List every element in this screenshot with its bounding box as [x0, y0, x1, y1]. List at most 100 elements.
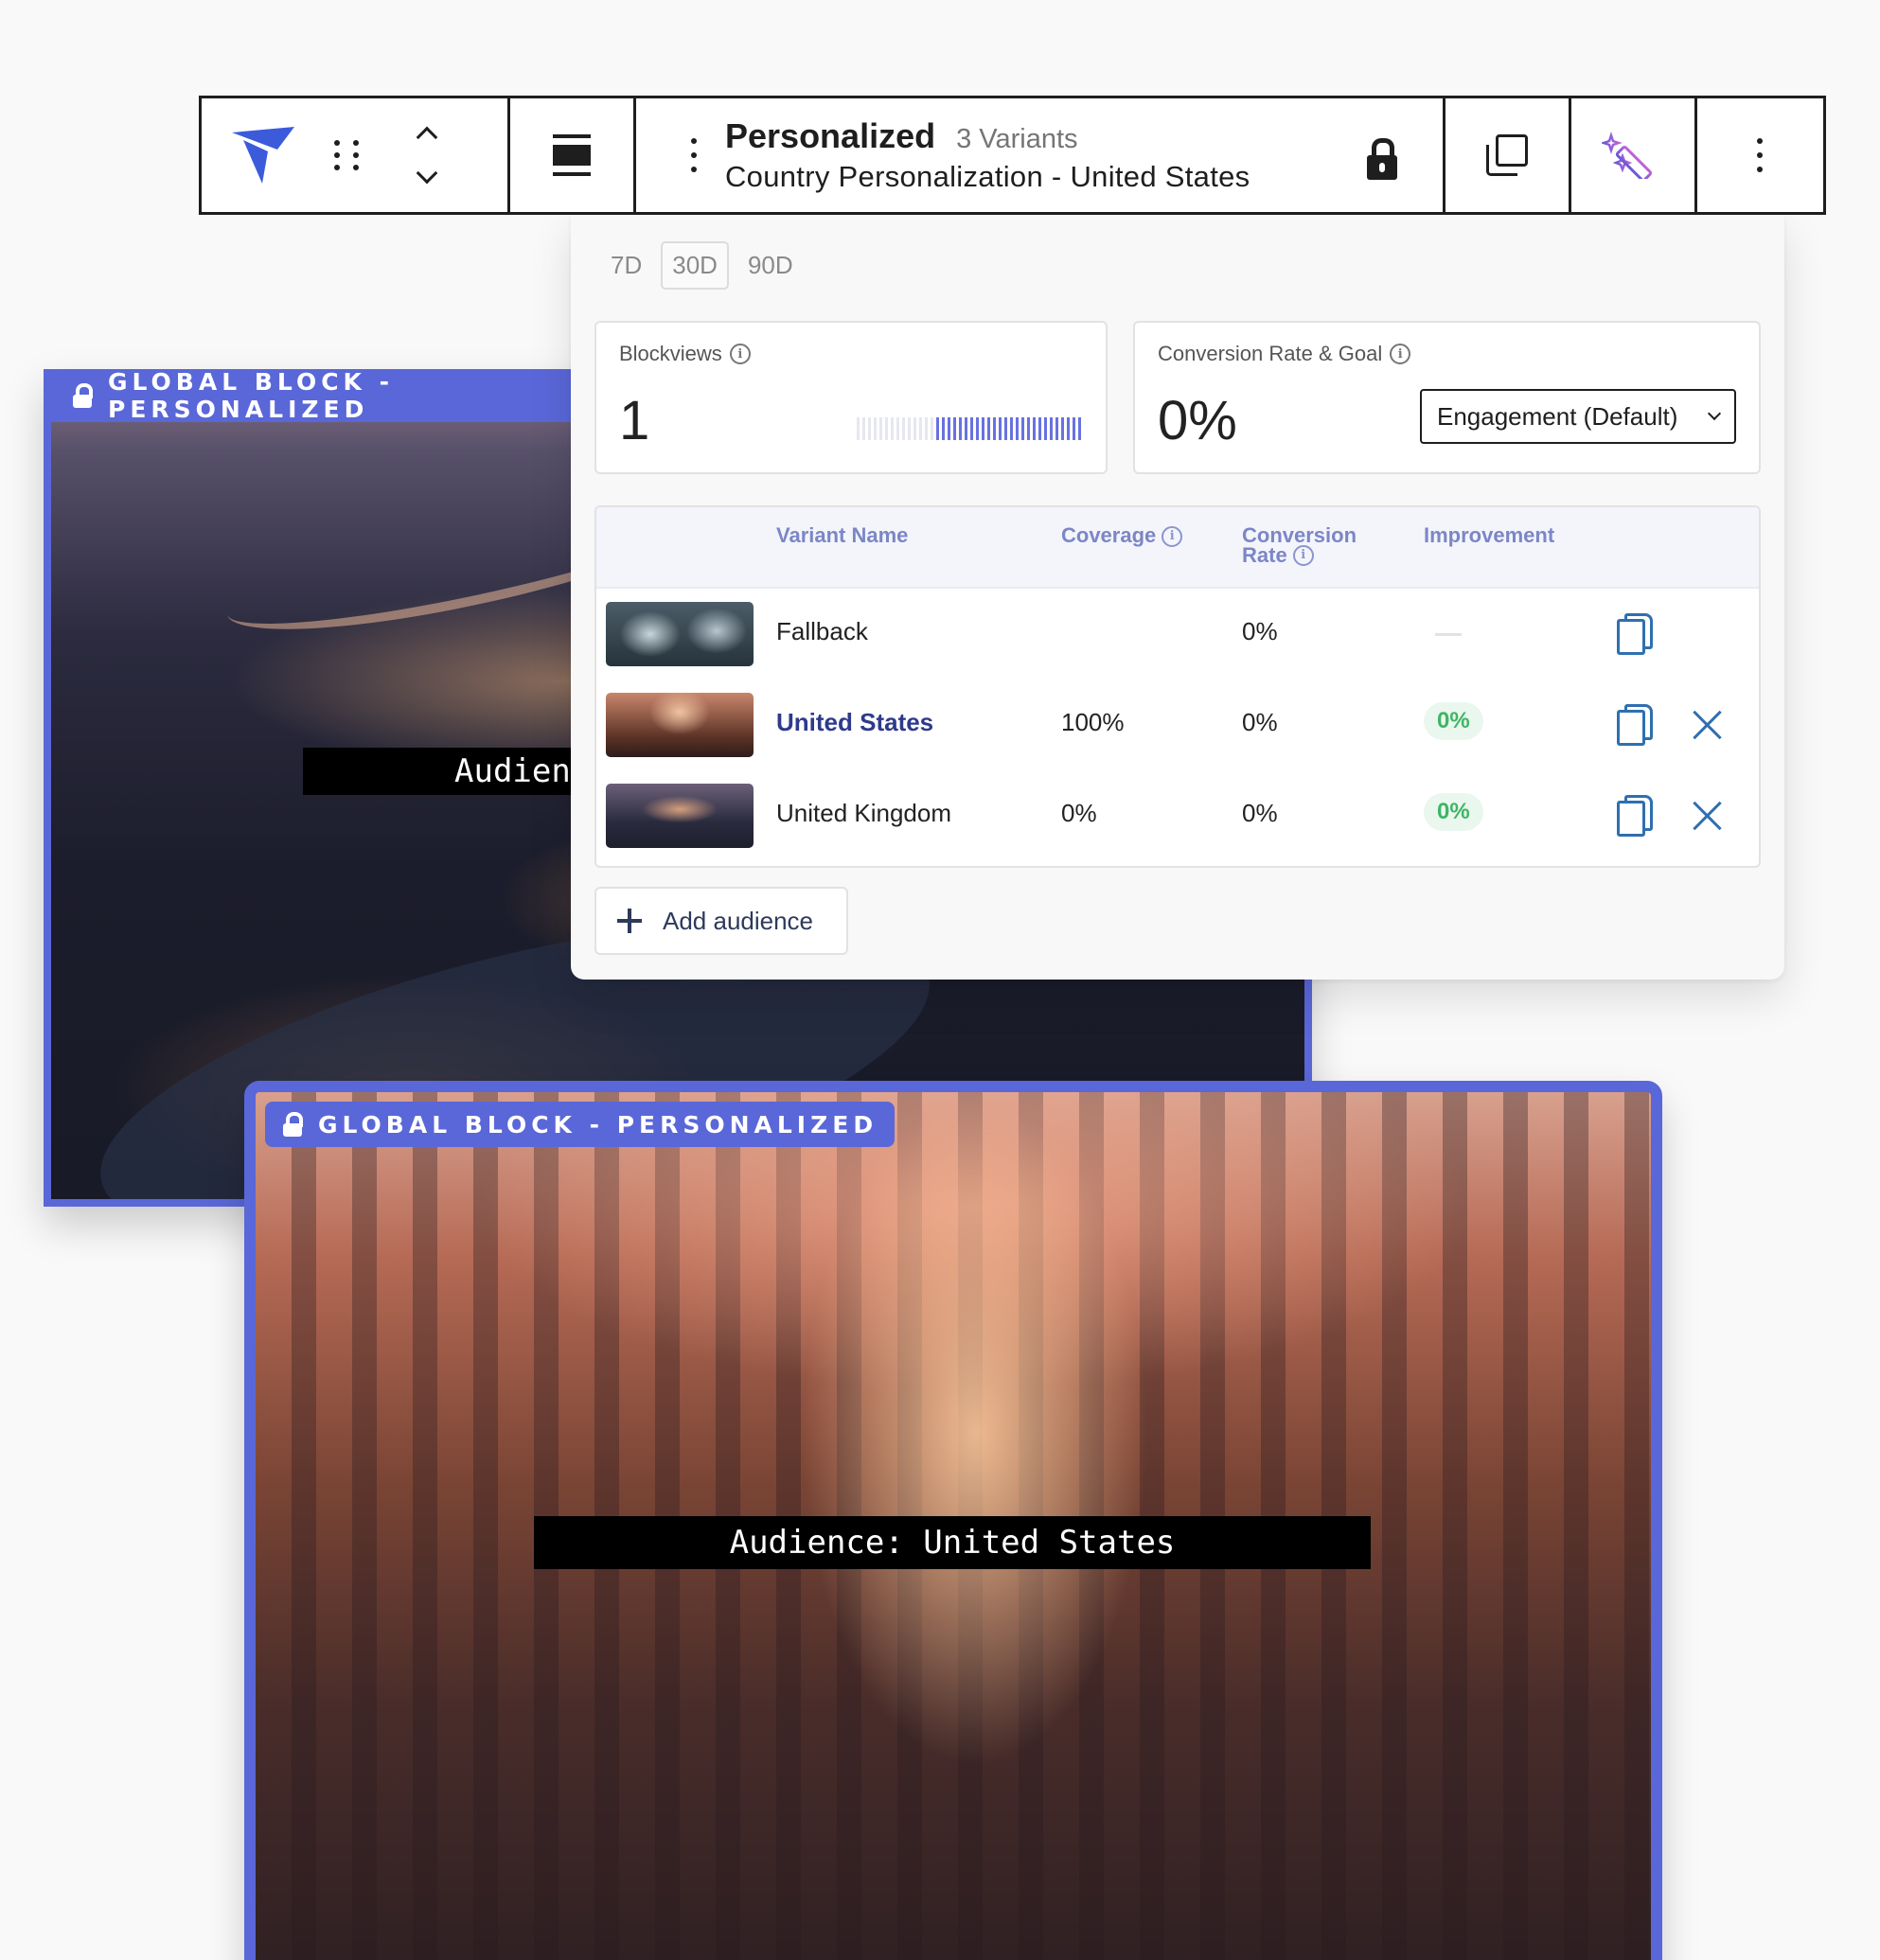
sparkline-bar [993, 417, 996, 440]
variant-conversion: 0% [1242, 799, 1278, 827]
sparkline-bar [896, 417, 899, 440]
sparkline-bar [925, 417, 928, 440]
sparkline-bar [976, 417, 979, 440]
magic-wand-icon[interactable] [1602, 132, 1664, 179]
variant-thumbnail [606, 784, 754, 848]
sparkline-bar [953, 417, 956, 440]
options-dots-icon[interactable] [691, 138, 697, 172]
blockviews-label-text: Blockviews [619, 342, 722, 365]
variant-name[interactable]: United Kingdom [776, 799, 951, 828]
table-row[interactable]: Fallback 0% [596, 589, 1759, 680]
table-row[interactable]: United Kingdom 0% 0% 0% [596, 770, 1759, 861]
range-7d[interactable]: 7D [599, 241, 653, 290]
variant-name[interactable]: United States [776, 708, 933, 737]
info-icon[interactable]: i [1292, 545, 1314, 566]
drag-handle-icon[interactable] [334, 140, 359, 170]
sparkline-bar [1038, 417, 1041, 440]
sparkline-bar [982, 417, 984, 440]
sparkline-bar [868, 417, 871, 440]
sparkline-bar [902, 417, 905, 440]
table-header: Variant Name Coverage i Conversion Rate … [596, 507, 1759, 589]
header-coverage-text: Coverage [1061, 523, 1157, 547]
goal-select-value: Engagement (Default) [1437, 401, 1678, 431]
sparkline-bar [942, 417, 945, 440]
variants-table: Variant Name Coverage i Conversion Rate … [594, 505, 1761, 868]
sparkline-bar [931, 417, 933, 440]
toolbar-segment-duplicate [1445, 98, 1571, 212]
lock-icon [282, 1112, 303, 1137]
duplicate-variant-icon[interactable] [1617, 795, 1653, 837]
toolbar-segment-personalization[interactable]: Personalized 3 Variants Country Personal… [636, 98, 1445, 212]
toolbar-segment-move [202, 98, 510, 212]
goal-select[interactable]: Engagement (Default) [1420, 389, 1736, 444]
toolbar-segment-ai [1571, 98, 1697, 212]
variant-count: 3 Variants [956, 124, 1078, 154]
duplicate-variant-icon[interactable] [1617, 613, 1653, 655]
blockviews-card: Blockviews i 1 [594, 321, 1108, 474]
header-coverage: Coverage i [1061, 523, 1183, 547]
global-block-badge: GLOBAL BLOCK - PERSONALIZED [265, 1102, 896, 1147]
sparkline-bar [936, 417, 939, 440]
table-row[interactable]: United States 100% 0% 0% [596, 680, 1759, 770]
sparkline-bar [970, 417, 973, 440]
move-down-icon[interactable] [416, 162, 438, 185]
sparkline-bar [908, 417, 911, 440]
sparkline-bar [1061, 417, 1064, 440]
improvement-badge: 0% [1424, 702, 1483, 740]
sparkline-bar [857, 417, 860, 440]
global-block-us[interactable]: GLOBAL BLOCK - PERSONALIZED Audience: Un… [244, 1081, 1662, 1960]
sparkline-bar [1010, 417, 1013, 440]
sparkline-bar [1004, 417, 1007, 440]
lock-icon[interactable] [1367, 138, 1397, 180]
header-variant-name: Variant Name [776, 523, 909, 547]
blockviews-value: 1 [619, 390, 650, 451]
improvement-empty-dash [1435, 633, 1462, 636]
variant-coverage: 100% [1061, 708, 1125, 736]
move-up-icon[interactable] [416, 126, 438, 149]
blockviews-sparkline [857, 417, 1081, 440]
sparkline-bar [862, 417, 865, 440]
sparkline-bar [1033, 417, 1036, 440]
variant-conversion: 0% [1242, 617, 1278, 645]
info-icon[interactable]: i [1162, 526, 1183, 547]
block-align-icon[interactable] [553, 134, 591, 176]
toolbar-segment-align [510, 98, 636, 212]
sparkline-bar [885, 417, 888, 440]
info-icon[interactable]: i [1390, 344, 1411, 364]
remove-variant-icon[interactable] [1693, 801, 1723, 831]
move-arrows [416, 126, 438, 185]
date-range-tabs: 7D 30D 90D [599, 241, 805, 290]
add-audience-button[interactable]: Add audience [594, 887, 848, 955]
plus-icon [617, 909, 642, 933]
variant-name[interactable]: Fallback [776, 617, 868, 646]
toolbar-segment-more [1697, 98, 1822, 212]
duplicate-variant-icon[interactable] [1617, 704, 1653, 746]
sparkline-bar [987, 417, 990, 440]
sparkline-bar [948, 417, 950, 440]
lock-icon [72, 383, 93, 408]
sparkline-bar [1044, 417, 1047, 440]
range-90d[interactable]: 90D [736, 241, 805, 290]
badge-label: GLOBAL BLOCK - PERSONALIZED [318, 1110, 878, 1139]
info-icon[interactable]: i [729, 344, 751, 364]
sparkline-bar [874, 417, 877, 440]
conversion-label-text: Conversion Rate & Goal [1158, 342, 1383, 365]
sparkline-bar [891, 417, 894, 440]
badge-label: GLOBAL BLOCK - PERSONALIZED [108, 369, 394, 423]
conversion-card: Conversion Rate & Goal i 0% Engagement (… [1133, 321, 1761, 474]
sparkline-bar [959, 417, 962, 440]
more-options-icon[interactable] [1757, 138, 1763, 172]
brand-logo-icon[interactable] [230, 125, 296, 185]
header-conversion-text: Conversion [1242, 523, 1357, 547]
sparkline-bar [1055, 417, 1058, 440]
remove-variant-icon[interactable] [1693, 710, 1723, 740]
analytics-panel: 7D 30D 90D Blockviews i 1 Conversion Rat… [571, 215, 1784, 980]
header-improvement: Improvement [1424, 523, 1555, 547]
toolbar-title: Personalized [725, 116, 936, 155]
sparkline-bar [1078, 417, 1081, 440]
sparkline-bar [1067, 417, 1070, 440]
range-30d[interactable]: 30D [661, 241, 729, 290]
sparkline-bar [999, 417, 1002, 440]
duplicate-icon[interactable] [1486, 134, 1528, 176]
sparkline-bar [913, 417, 916, 440]
